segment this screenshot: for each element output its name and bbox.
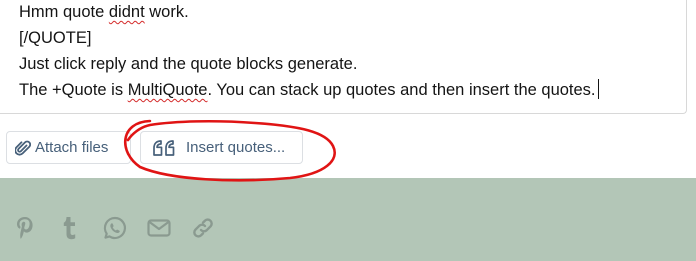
tumblr-icon[interactable] <box>60 215 80 241</box>
editor-line-2: [/QUOTE] <box>19 29 92 47</box>
attach-files-button[interactable]: Attach files <box>6 131 131 164</box>
share-footer <box>0 178 696 261</box>
link-icon[interactable] <box>190 215 216 241</box>
misspelled-word: MultiQuote <box>127 81 208 99</box>
pinterest-icon[interactable] <box>14 215 36 241</box>
quote-icon <box>152 139 178 157</box>
insert-quotes-label: Insert quotes... <box>186 139 286 156</box>
editor-line-3: Just click reply and the quote blocks ge… <box>19 55 358 73</box>
misspelled-word: didnt <box>108 3 145 21</box>
email-icon[interactable] <box>146 215 172 241</box>
paperclip-icon <box>15 139 31 157</box>
insert-quotes-button[interactable]: Insert quotes... <box>140 131 303 164</box>
whatsapp-icon[interactable] <box>102 215 128 241</box>
editor-line-4: The +Quote is MultiQuote. You can stack … <box>19 79 599 101</box>
reply-editor[interactable]: Hmm quote didnt work. [/QUOTE] Just clic… <box>0 0 687 114</box>
editor-line-1: Hmm quote didnt work. <box>19 3 189 21</box>
editor-toolbar: Attach files Insert quotes... <box>0 114 696 178</box>
attach-files-label: Attach files <box>35 139 109 156</box>
text-caret <box>597 79 599 99</box>
